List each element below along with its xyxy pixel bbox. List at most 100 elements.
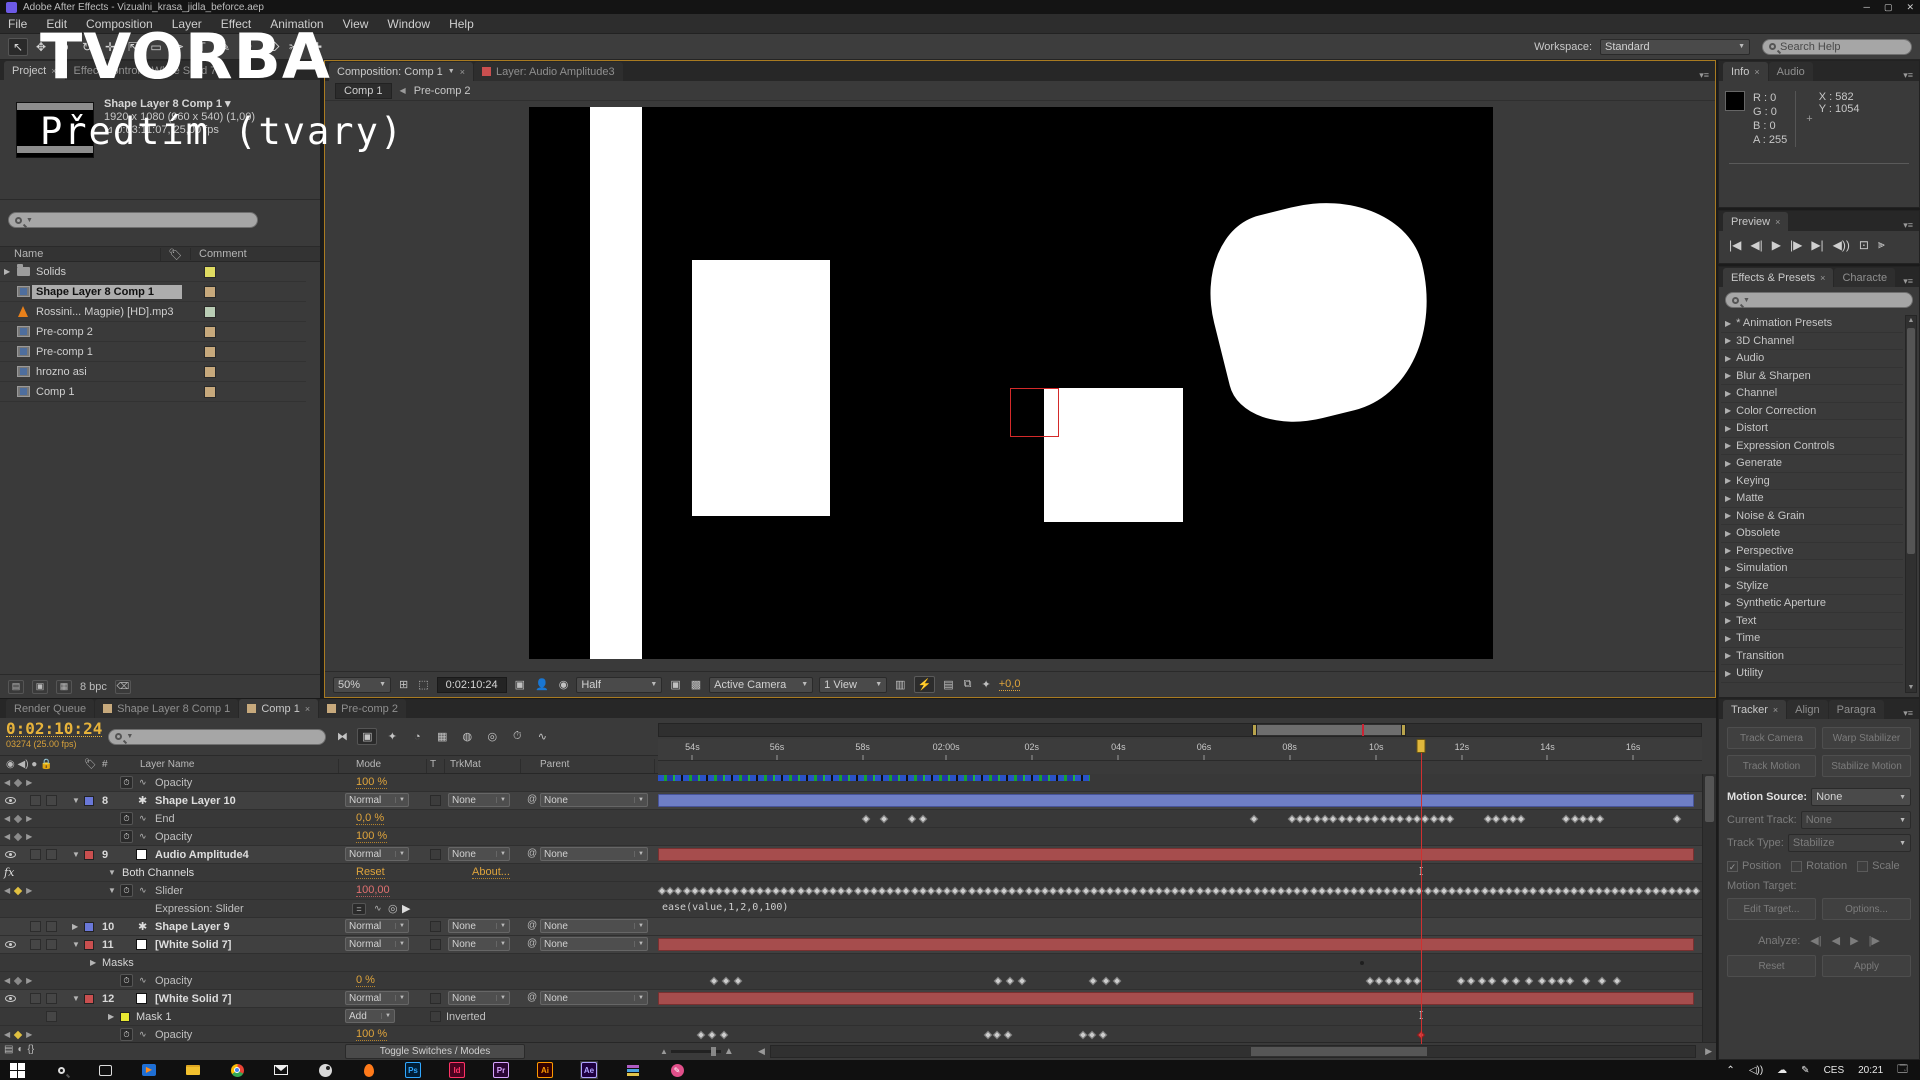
- twirl-icon[interactable]: ▶: [72, 922, 78, 931]
- twirl-icon[interactable]: ▼: [72, 850, 80, 859]
- menu-edit[interactable]: Edit: [46, 17, 67, 31]
- layer-duration-bar[interactable]: [658, 794, 1694, 807]
- eye-icon[interactable]: [5, 851, 16, 858]
- shuttle-button[interactable]: ⫸: [1878, 237, 1885, 252]
- play-button[interactable]: ▶: [1772, 238, 1781, 252]
- last-frame-button[interactable]: ▶|: [1811, 238, 1823, 252]
- maximize-button[interactable]: ▢: [1884, 2, 1893, 13]
- twirl-icon[interactable]: ▶: [1725, 546, 1731, 555]
- timeline-vertical-scrollbar[interactable]: [1702, 774, 1716, 1044]
- lock-switch[interactable]: [46, 921, 57, 932]
- resolution-dropdown[interactable]: Half▼: [576, 677, 662, 693]
- lock-switch[interactable]: [46, 849, 57, 860]
- t-switch[interactable]: [430, 993, 441, 1004]
- taskbar-photoshop-icon[interactable]: Ps: [404, 1061, 422, 1079]
- solo-switch[interactable]: [30, 993, 41, 1004]
- twirl-icon[interactable]: ▼: [72, 796, 80, 805]
- effects-category-audio[interactable]: ▶Audio: [1721, 350, 1903, 368]
- twirl-icon[interactable]: ▶: [1725, 581, 1731, 590]
- minimize-button[interactable]: ─: [1864, 2, 1870, 13]
- volume-icon[interactable]: ◁)): [1749, 1065, 1763, 1076]
- parent-dropdown[interactable]: None▼: [540, 937, 648, 951]
- property-row-opacity[interactable]: ◀▶⏱∿Opacity100 %: [0, 828, 1702, 846]
- camera-dropdown[interactable]: Active Camera▼: [709, 677, 813, 693]
- menu-layer[interactable]: Layer: [172, 17, 202, 31]
- mode-dropdown[interactable]: Normal▼: [345, 991, 409, 1005]
- keyframe-icon[interactable]: [993, 1030, 1001, 1038]
- keyframe-icon[interactable]: [862, 814, 870, 822]
- twirl-icon[interactable]: ▶: [108, 1012, 114, 1021]
- clock[interactable]: 20:21: [1858, 1065, 1883, 1076]
- parent-dropdown[interactable]: None▼: [540, 793, 648, 807]
- keyframe-icon[interactable]: [1006, 976, 1014, 984]
- timeline-tab-pre-comp-2[interactable]: Pre-comp 2: [319, 699, 406, 718]
- taskbar-task-view-icon[interactable]: [96, 1061, 114, 1079]
- breadcrumb-precomp[interactable]: Pre-comp 2: [414, 85, 471, 97]
- current-time-indicator[interactable]: [1417, 739, 1426, 753]
- column-name[interactable]: Name: [0, 248, 160, 260]
- tracker-reset-button[interactable]: Reset: [1727, 955, 1816, 977]
- taskbar-paint-icon[interactable]: ✎: [668, 1061, 686, 1079]
- workspace-dropdown[interactable]: Standard▼: [1600, 39, 1750, 55]
- keyframe-icon[interactable]: [1385, 976, 1393, 984]
- edit-target-button[interactable]: Edit Target...: [1727, 898, 1816, 920]
- mask-rectangle-tool-icon[interactable]: ▭: [146, 38, 166, 56]
- warp-stabilizer-button[interactable]: Warp Stabilizer: [1822, 727, 1911, 749]
- menu-view[interactable]: View: [343, 17, 369, 31]
- label-color-swatch[interactable]: [204, 326, 216, 338]
- time-ruler[interactable]: 54s56s58s02:00s02s04s06s08s10s12s14s16s: [658, 739, 1702, 761]
- lock-switch[interactable]: [46, 795, 57, 806]
- expression-language-icon[interactable]: ▶: [402, 902, 410, 915]
- menu-effect[interactable]: Effect: [221, 17, 251, 31]
- twirl-icon[interactable]: ▶: [1725, 494, 1731, 503]
- project-search-input[interactable]: ▼: [8, 212, 258, 228]
- layer-row-shape-layer-10[interactable]: ▼8✱Shape Layer 10Normal▼None▼@None▼: [0, 792, 1702, 810]
- expand-layer-switches-icon[interactable]: ▤: [4, 1044, 13, 1055]
- current-track-dropdown[interactable]: None▼: [1801, 811, 1911, 829]
- mode-dropdown[interactable]: Normal▼: [345, 847, 409, 861]
- effects-category-simulation[interactable]: ▶Simulation: [1721, 560, 1903, 578]
- zoom-tool-icon[interactable]: ⊕: [54, 38, 74, 56]
- keyframe-icon[interactable]: [1477, 976, 1485, 984]
- tab-project[interactable]: Project×: [4, 61, 65, 80]
- parent-dropdown[interactable]: None▼: [540, 991, 648, 1005]
- property-value[interactable]: 0,0 %: [356, 812, 384, 825]
- keyframe-icon[interactable]: [1547, 976, 1555, 984]
- effects-category-perspective[interactable]: ▶Perspective: [1721, 543, 1903, 561]
- keyframe-icon[interactable]: [1538, 976, 1546, 984]
- keyframe-icon[interactable]: [1018, 976, 1026, 984]
- taskbar-winrar-icon[interactable]: [624, 1061, 642, 1079]
- t-switch[interactable]: [430, 795, 441, 806]
- keyframe-icon[interactable]: [722, 976, 730, 984]
- keyframe-icon[interactable]: [1250, 814, 1258, 822]
- twirl-icon[interactable]: ▶: [1725, 529, 1731, 538]
- auto-keyframe-icon[interactable]: ⏱: [507, 728, 527, 745]
- mode-dropdown[interactable]: Normal▼: [345, 919, 409, 933]
- keyframe-icon[interactable]: [1517, 814, 1525, 822]
- timeline-zoom-slider[interactable]: ▲▲: [660, 1046, 734, 1057]
- keyframe-icon[interactable]: [1613, 976, 1621, 984]
- keyframe-icon[interactable]: [1595, 814, 1603, 822]
- keyframe-icon[interactable]: [1500, 976, 1508, 984]
- new-composition-icon[interactable]: ▦: [56, 680, 72, 694]
- twirl-icon[interactable]: ▶: [1725, 389, 1731, 398]
- keyframe-icon[interactable]: [1098, 1030, 1106, 1038]
- clone-stamp-tool-icon[interactable]: ⌾: [238, 38, 258, 56]
- keyframe-icon[interactable]: [907, 814, 915, 822]
- label-color-swatch[interactable]: [204, 306, 216, 318]
- keyframe-icon[interactable]: [1088, 1030, 1096, 1038]
- parent-dropdown[interactable]: None▼: [540, 847, 648, 861]
- keyframe-icon[interactable]: [1346, 814, 1354, 822]
- tab-composition[interactable]: Composition: Comp 1 ▼ ×: [329, 62, 473, 81]
- property-row-opacity[interactable]: ◀▶⏱∿Opacity0 %: [0, 972, 1702, 990]
- layer-row--white-solid-7-[interactable]: ▼12[White Solid 7]Normal▼None▼@None▼: [0, 990, 1702, 1008]
- keyframe-navigator[interactable]: ◀▶: [4, 886, 32, 895]
- t-switch[interactable]: [430, 921, 441, 932]
- twirl-icon[interactable]: ▼: [108, 868, 116, 877]
- trkmat-dropdown[interactable]: None▼: [448, 919, 510, 933]
- effects-category-obsolete[interactable]: ▶Obsolete: [1721, 525, 1903, 543]
- stopwatch-icon[interactable]: ⏱: [120, 776, 133, 789]
- keyframe-icon[interactable]: [984, 1030, 992, 1038]
- property-row-masks[interactable]: ▶Masks: [0, 954, 1702, 972]
- layer-duration-bar[interactable]: [658, 848, 1694, 861]
